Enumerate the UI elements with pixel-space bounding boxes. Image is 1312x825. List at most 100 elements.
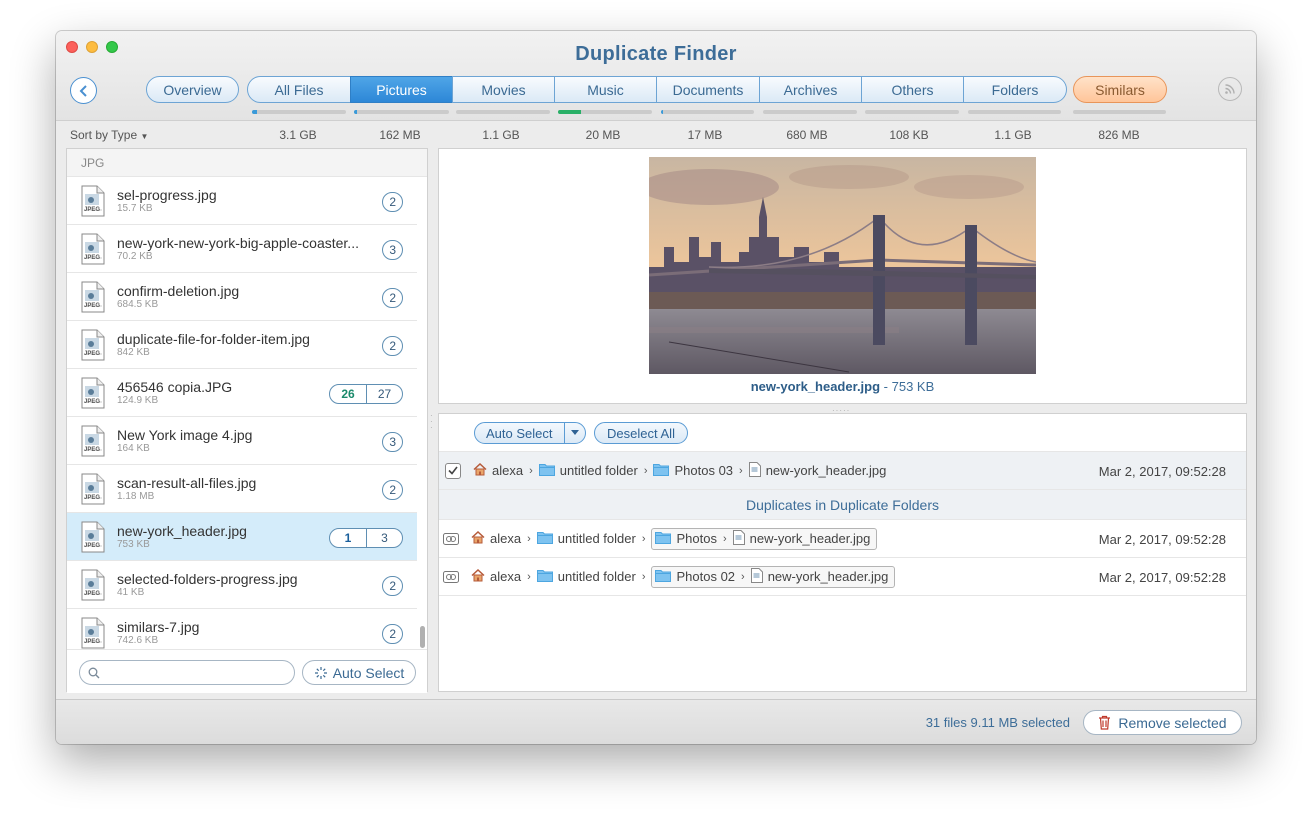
tab-movies[interactable]: Movies <box>452 76 555 103</box>
file-list-item[interactable]: JPEG 456546 copia.JPG 124.9 KB 26 27 <box>67 369 417 417</box>
app-window: Duplicate Finder Overview All Files Pict… <box>56 31 1256 744</box>
file-size: 15.7 KB <box>117 202 153 214</box>
splitter-handle-vertical[interactable]: · · · <box>430 412 433 432</box>
tab-music[interactable]: Music <box>554 76 657 103</box>
trash-icon <box>1099 715 1111 730</box>
chevron-right-icon: › <box>741 570 745 583</box>
progress-fill <box>661 110 663 114</box>
progress-fill <box>354 110 357 114</box>
path-folder: Photos <box>676 531 717 546</box>
jpeg-file-icon: JPEG <box>81 521 105 553</box>
progress-similars <box>1073 110 1166 114</box>
home-icon <box>471 530 485 547</box>
file-name: duplicate-file-for-folder-item.jpg <box>117 330 310 347</box>
size-archives: 680 MB <box>786 128 828 142</box>
file-info: new-york-new-york-big-apple-coaster... 7… <box>117 235 417 263</box>
file-size: 70.2 KB <box>117 250 153 262</box>
jpeg-file-icon: JPEG <box>81 425 105 457</box>
rss-button[interactable] <box>1218 77 1242 101</box>
file-type-label: JPEG <box>84 590 101 597</box>
chevron-right-icon: › <box>722 532 727 545</box>
path-file: new-york_header.jpg <box>765 463 887 478</box>
file-type-label: JPEG <box>84 542 101 549</box>
file-name: New York image 4.jpg <box>117 426 253 443</box>
file-size: 41 KB <box>117 586 145 598</box>
file-list-item[interactable]: JPEG scan-result-all-files.jpg 1.18 MB 2 <box>67 465 417 513</box>
sort-by-dropdown[interactable]: Sort by Type ▼ <box>70 128 148 142</box>
auto-select-button[interactable]: Auto Select <box>302 660 416 685</box>
tab-overview[interactable]: Overview <box>146 76 239 103</box>
tab-others[interactable]: Others <box>861 76 964 103</box>
file-list-item[interactable]: JPEG selected-folders-progress.jpg 41 KB… <box>67 561 417 609</box>
tab-folders[interactable]: Folders <box>963 76 1067 103</box>
selected-count: 26 <box>341 387 355 401</box>
file-list-item[interactable]: JPEG duplicate-file-for-folder-item.jpg … <box>67 321 417 369</box>
chevron-right-icon: › <box>641 532 646 545</box>
file-list[interactable]: JPEG sel-progress.jpg 15.7 KB 2 JPEG new… <box>67 177 417 649</box>
duplicate-count: 2 <box>389 195 396 209</box>
file-type-label: JPEG <box>84 494 101 501</box>
search-field[interactable] <box>79 660 295 685</box>
file-type-label: JPEG <box>84 206 101 213</box>
file-name: similars-7.jpg <box>117 618 200 635</box>
auto-select-details-label[interactable]: Auto Select <box>475 426 564 441</box>
file-checkbox[interactable] <box>445 462 461 479</box>
file-list-panel: JPG JPEG sel-progress.jpg 15.7 KB 2 JPEG… <box>66 148 428 693</box>
file-type-label: JPEG <box>84 638 101 645</box>
image-file-icon <box>748 461 761 480</box>
window-title: Duplicate Finder <box>575 43 737 65</box>
duplicate-details-panel: Auto Select Deselect All alexa › untitle… <box>438 413 1247 692</box>
size-folders: 1.1 GB <box>994 128 1032 142</box>
duplicate-count-badge: 3 <box>382 240 403 260</box>
tab-all-files[interactable]: All Files <box>247 76 351 103</box>
link-icon <box>443 570 461 583</box>
path-folder: untitled folder <box>557 531 636 546</box>
tab-archives[interactable]: Archives <box>759 76 862 103</box>
file-list-item[interactable]: JPEG sel-progress.jpg 15.7 KB 2 <box>67 177 417 225</box>
file-size: 1.18 MB <box>117 490 155 502</box>
size-similars: 826 MB <box>1098 128 1140 142</box>
preview-size: - 753 KB <box>880 379 935 394</box>
auto-select-split-button[interactable]: Auto Select <box>474 422 586 444</box>
duplicate-count: 2 <box>389 291 396 305</box>
rss-icon <box>1225 84 1235 94</box>
duplicate-count-badge: 2 <box>382 288 403 308</box>
progress-folders <box>968 110 1061 114</box>
duplicate-count: 3 <box>366 529 402 547</box>
file-info: New York image 4.jpg 164 KB <box>117 427 417 455</box>
tab-pictures[interactable]: Pictures <box>350 76 453 103</box>
folder-icon <box>655 569 672 585</box>
image-file-icon <box>732 529 745 548</box>
jpeg-file-icon: JPEG <box>81 185 105 217</box>
file-size: 164 KB <box>117 442 150 454</box>
back-button[interactable] <box>70 77 97 104</box>
auto-select-dropdown[interactable] <box>563 423 585 443</box>
size-documents: 17 MB <box>687 128 723 142</box>
tab-similars[interactable]: Similars <box>1073 76 1167 103</box>
duplicate-count: 2 <box>389 339 396 353</box>
file-list-item[interactable]: JPEG New York image 4.jpg 164 KB 3 <box>67 417 417 465</box>
remove-selected-button[interactable]: Remove selected <box>1083 710 1242 735</box>
file-list-item[interactable]: JPEG confirm-deletion.jpg 684.5 KB 2 <box>67 273 417 321</box>
folder-icon <box>538 463 555 479</box>
progress-pictures <box>354 110 449 114</box>
original-file-row[interactable]: alexa › untitled folder › Photos 03 › ne… <box>439 452 1246 490</box>
file-type-label: JPEG <box>84 350 101 357</box>
image-file-icon <box>750 567 763 586</box>
duplicate-count-badge: 2 <box>382 336 403 356</box>
duplicate-file-row[interactable]: alexa › untitled folder › Photos › new-y… <box>439 520 1246 558</box>
file-list-item[interactable]: JPEG new-york_header.jpg 753 KB 13 <box>67 513 417 561</box>
duplicate-file-row[interactable]: alexa › untitled folder › Photos 02 › ne… <box>439 558 1246 596</box>
deselect-all-button[interactable]: Deselect All <box>594 422 688 444</box>
tab-documents[interactable]: Documents <box>656 76 760 103</box>
file-list-item[interactable]: JPEG similars-7.jpg 742.6 KB 2 <box>67 609 417 649</box>
file-list-item[interactable]: JPEG new-york-new-york-big-apple-coaster… <box>67 225 417 273</box>
home-icon <box>471 568 485 585</box>
duplicate-count-badge: 3 <box>382 432 403 452</box>
duplicate-count: 3 <box>389 243 396 257</box>
file-name: confirm-deletion.jpg <box>117 282 240 299</box>
search-icon <box>88 667 100 679</box>
file-name: selected-folders-progress.jpg <box>117 570 298 587</box>
scrollbar-thumb[interactable] <box>420 626 425 648</box>
auto-select-label: Auto Select <box>332 664 405 681</box>
